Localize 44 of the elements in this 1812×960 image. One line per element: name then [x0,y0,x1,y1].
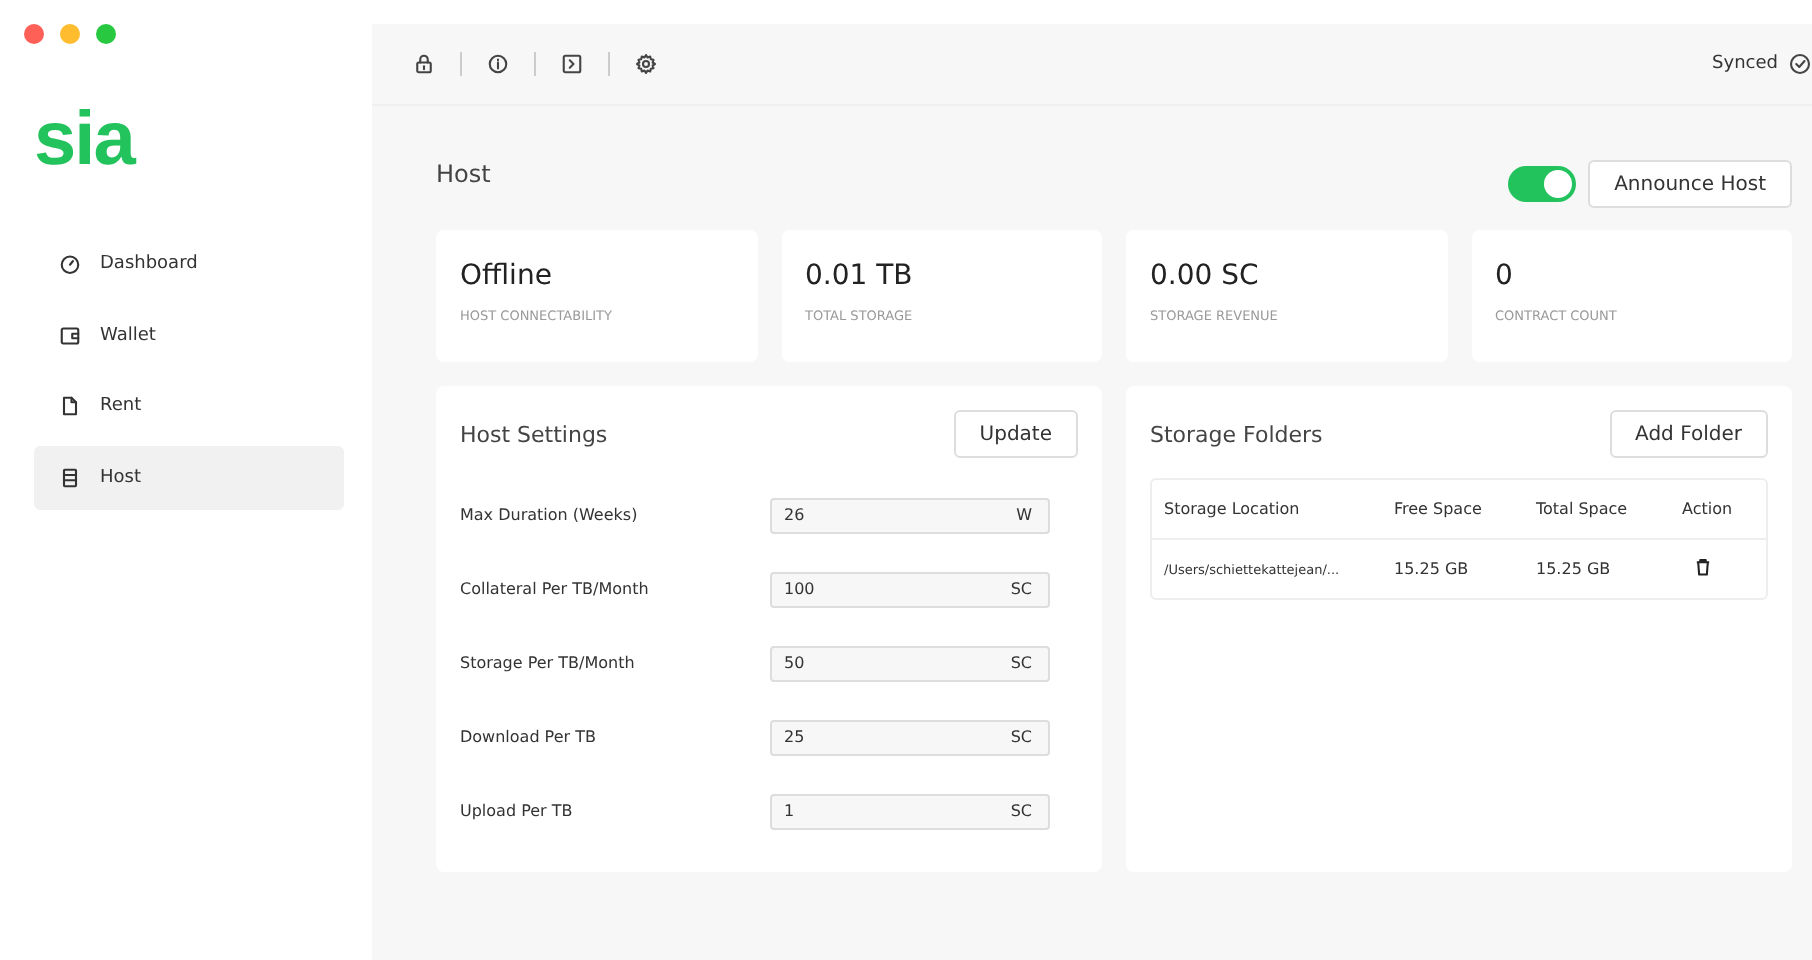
sync-status: Synced [1712,54,1778,74]
announce-toggle[interactable] [1508,166,1577,202]
column-header: Storage Location [1164,500,1302,518]
wallet-icon [58,323,82,348]
stat-value: 0.00 SC [1150,260,1261,292]
input-field[interactable]: 100 SC [770,571,1050,607]
column-header: Free Space [1394,500,1484,518]
panel-title: Host Settings [460,421,608,447]
info-icon[interactable] [486,52,510,76]
server-icon [58,465,82,490]
input-field[interactable]: 1 SC [770,793,1050,829]
stat-value: Offline [460,260,554,292]
sidebar-item[interactable]: Wallet [34,303,344,368]
lock-icon[interactable] [412,52,436,76]
stat-value: 0 [1495,260,1515,292]
column-header: Total Space [1536,500,1630,518]
gauge-icon [58,252,82,276]
stat-value: 0.01 TB [805,260,915,292]
input-field[interactable]: 26 W [770,497,1050,533]
input-field[interactable]: 50 SC [770,645,1050,681]
field-label: Storage Per TB/Month [460,654,635,672]
field-label: Upload Per TB [460,802,573,820]
sidebar-item[interactable]: Dashboard [34,232,344,296]
close-button[interactable] [24,24,44,44]
input-field[interactable]: 25 SC [770,719,1050,755]
table-cell-text: 15.25 GB [1536,560,1613,578]
update-button[interactable]: Update [953,410,1078,458]
logo: sia [32,96,138,180]
terminal-icon[interactable] [560,52,584,76]
settings-icon[interactable] [634,52,658,76]
table-cell-text: 15.25 GB [1394,560,1471,578]
panel-title: Storage Folders [1150,421,1323,447]
field-label: Collateral Per TB/Month [460,580,649,598]
page-title: Host [436,158,491,188]
file-icon [58,394,82,419]
sidebar-item[interactable]: Host [34,445,344,510]
announce-host-button[interactable]: Announce Host [1588,160,1792,208]
field-label: Max Duration (Weeks) [460,506,638,524]
add-folder-button[interactable]: Add Folder [1609,410,1768,458]
column-header: Action [1682,500,1735,518]
sidebar-item[interactable]: Rent [34,374,344,439]
field-label: Download Per TB [460,728,596,746]
check-circle-icon [1788,52,1812,76]
trash-icon[interactable] [1692,556,1714,578]
